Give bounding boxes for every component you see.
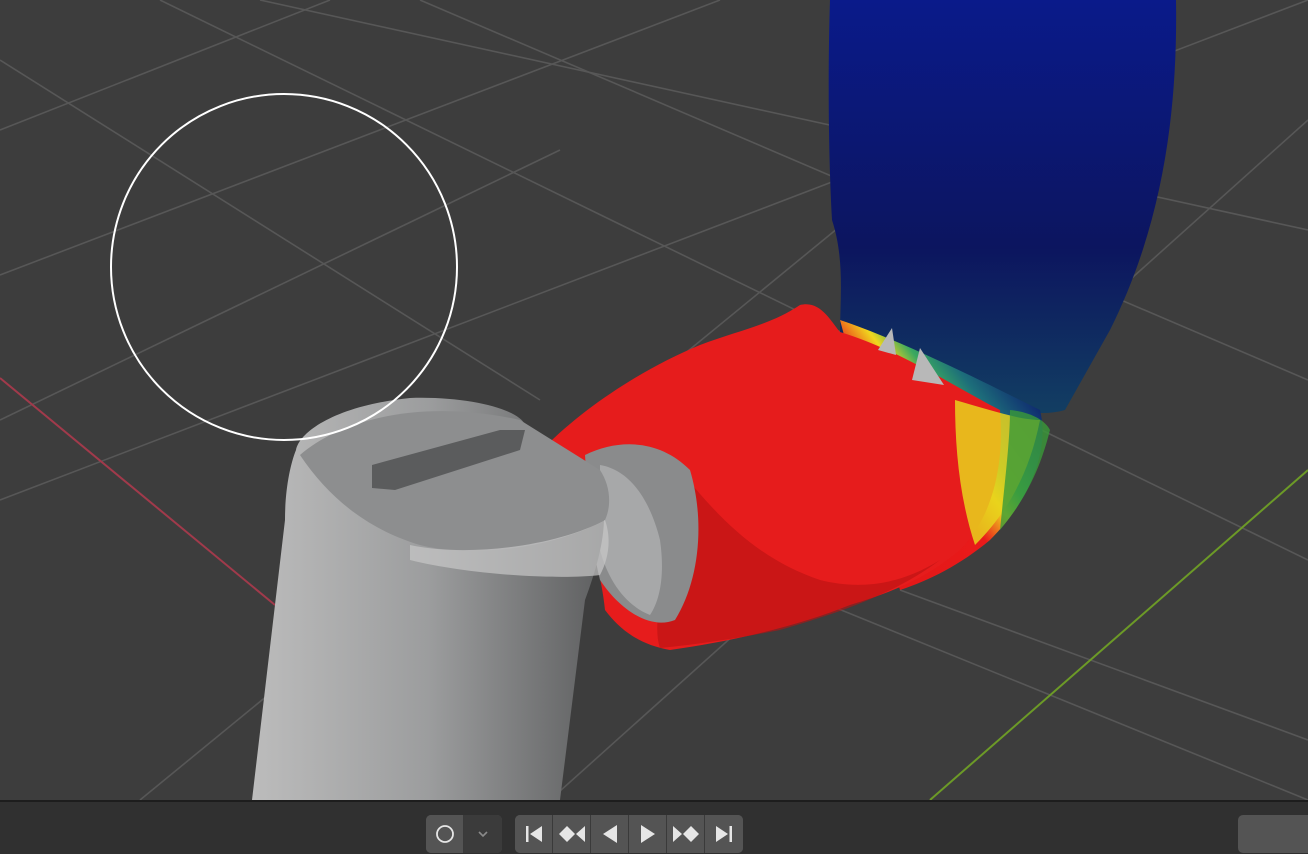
dropdown-chevron-icon[interactable]: [464, 815, 502, 853]
jump-to-start-icon[interactable]: [515, 815, 553, 853]
next-keyframe-icon[interactable]: [667, 815, 705, 853]
previous-keyframe-icon[interactable]: [553, 815, 591, 853]
circle-brush-cursor: [110, 93, 458, 441]
transport-controls-group: [515, 815, 743, 853]
current-frame-field[interactable]: [1238, 815, 1308, 853]
jump-to-end-icon[interactable]: [705, 815, 743, 853]
playback-options-group: [426, 815, 502, 853]
timeline-header: [0, 800, 1308, 854]
viewport-scene: [0, 0, 1308, 800]
play-reverse-icon[interactable]: [591, 815, 629, 853]
x-axis-line: [0, 377, 276, 606]
play-icon[interactable]: [629, 815, 667, 853]
record-icon[interactable]: [426, 815, 464, 853]
3d-viewport[interactable]: [0, 0, 1308, 800]
